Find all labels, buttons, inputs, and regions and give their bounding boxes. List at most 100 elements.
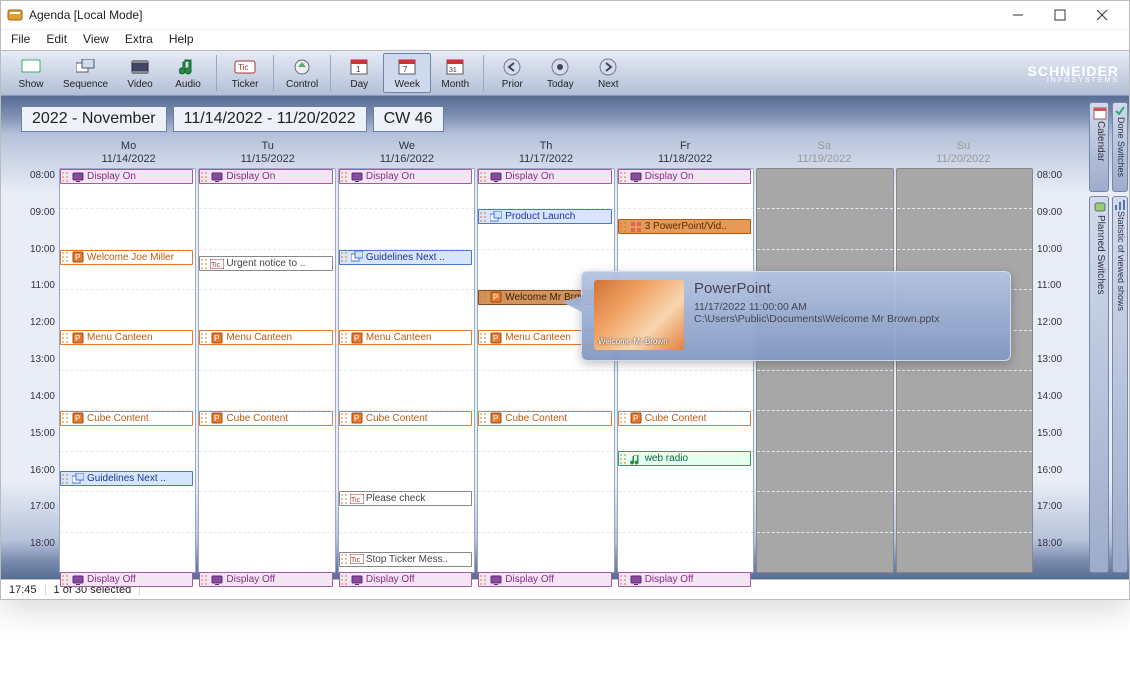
drag-handle-icon[interactable] [61,472,69,485]
tool-month[interactable]: 31Month [431,54,479,92]
tool-show[interactable]: Show [7,54,55,92]
menu-file[interactable]: File [11,32,30,46]
calendar-event[interactable]: Display Off [60,572,193,587]
close-button[interactable] [1081,1,1123,29]
side-calendar[interactable]: Calendar [1089,102,1109,192]
drag-handle-icon[interactable] [61,170,69,183]
calendar-event[interactable]: Display On [199,169,332,184]
tool-prior[interactable]: Prior [488,54,536,92]
day-column[interactable]: Display On TicUrgent notice to .. PMenu Ca… [198,168,335,573]
calendar-event[interactable]: PMenu Canteen [339,330,472,345]
calendar-event[interactable]: web radio [618,451,751,466]
drag-handle-icon[interactable] [479,210,487,223]
side-statistics[interactable]: Statistic of viewed shows [1112,196,1128,573]
drag-handle-icon[interactable] [340,170,348,183]
calendar-event[interactable]: Display Off [339,572,472,587]
time-label: 11:00 [9,278,59,315]
day-header: Tu11/15/2022 [198,140,337,168]
tool-control[interactable]: Control [278,54,326,92]
drag-handle-icon[interactable] [200,412,208,425]
calendar-event[interactable]: PCube Content [199,411,332,426]
calendar-event[interactable]: TicPlease check [339,491,472,506]
tool-sequence[interactable]: Sequence [55,54,116,92]
calendar-event[interactable]: PCube Content [60,411,193,426]
calendar-event[interactable]: Display On [478,169,611,184]
day-column[interactable] [896,168,1033,573]
drag-handle-icon[interactable] [619,412,627,425]
menu-edit[interactable]: Edit [46,32,67,46]
day-column[interactable]: Display On PWelcome Joe Miller PMenu Cante… [59,168,196,573]
drag-handle-icon[interactable] [340,492,348,505]
drag-handle-icon[interactable] [61,251,69,264]
calendar-event[interactable]: Product Launch [478,209,611,224]
audio-icon [629,452,643,466]
tool-video[interactable]: Video [116,54,164,92]
drag-handle-icon[interactable] [479,573,487,586]
svg-text:31: 31 [449,67,457,74]
drag-handle-icon[interactable] [619,452,627,465]
drag-handle-icon[interactable] [200,331,208,344]
calendar-event[interactable]: Display Off [618,572,751,587]
calendar-event[interactable]: PMenu Canteen [199,330,332,345]
tool-day[interactable]: 1Day [335,54,383,92]
svg-text:P: P [75,414,80,423]
time-label: 18:00 [9,536,59,573]
drag-handle-icon[interactable] [340,412,348,425]
drag-handle-icon[interactable] [200,257,208,270]
maximize-button[interactable] [1039,1,1081,29]
calendar-event[interactable]: PCube Content [618,411,751,426]
calendar-event[interactable]: PCube Content [339,411,472,426]
menu-help[interactable]: Help [169,32,194,46]
drag-handle-icon[interactable] [619,170,627,183]
calendar-event[interactable]: PMenu Canteen [60,330,193,345]
day-column[interactable]: Display On Guidelines Next .. PMenu Cantee… [338,168,475,573]
range-chip[interactable]: 11/14/2022 - 11/20/2022 [173,106,367,132]
day-column[interactable]: Display On 3 PowerPoint/Vid.. PCube Conten… [617,168,754,573]
minimize-button[interactable] [997,1,1039,29]
drag-handle-icon[interactable] [479,331,487,344]
cw-chip[interactable]: CW 46 [373,106,444,132]
drag-handle-icon[interactable] [340,331,348,344]
calendar-event[interactable]: Display Off [199,572,332,587]
calendar-event[interactable]: TicStop Ticker Mess.. [339,552,472,567]
event-title: 3 PowerPoint/Vid.. [645,221,750,232]
side-planned-switches[interactable]: Planned Switches [1089,196,1109,573]
drag-handle-icon[interactable] [619,220,627,233]
event-title: Please check [366,493,471,504]
drag-handle-icon[interactable] [200,573,208,586]
tool-audio[interactable]: Audio [164,54,212,92]
calendar-event[interactable]: PWelcome Joe Miller [60,250,193,265]
drag-handle-icon[interactable] [479,291,487,304]
calendar-event[interactable]: Display Off [478,572,611,587]
drag-handle-icon[interactable] [340,251,348,264]
calendar-event[interactable]: TicUrgent notice to .. [199,256,332,271]
tool-week[interactable]: 7Week [383,53,431,93]
svg-text:P: P [75,253,80,262]
drag-handle-icon[interactable] [340,553,348,566]
menu-view[interactable]: View [83,32,109,46]
tool-today[interactable]: Today [536,54,584,92]
tool-next[interactable]: Next [584,54,632,92]
drag-handle-icon[interactable] [340,573,348,586]
drag-handle-icon[interactable] [479,412,487,425]
calendar-event[interactable]: Guidelines Next .. [339,250,472,265]
menu-extra[interactable]: Extra [125,32,153,46]
day-column[interactable]: Display OnProduct LaunchPWelcome Mr Brow… [477,168,614,573]
calendar-event[interactable]: 3 PowerPoint/Vid.. [618,219,751,234]
calendar-event[interactable]: Guidelines Next .. [60,471,193,486]
calendar-event[interactable]: Display On [60,169,193,184]
drag-handle-icon[interactable] [61,412,69,425]
drag-handle-icon[interactable] [200,170,208,183]
day-column[interactable] [756,168,893,573]
side-done-switches[interactable]: Done Switches [1112,102,1128,192]
calendar-event[interactable]: PCube Content [478,411,611,426]
month-chip[interactable]: 2022 - November [21,106,167,132]
day-header: Sa11/19/2022 [755,140,894,168]
drag-handle-icon[interactable] [61,573,69,586]
drag-handle-icon[interactable] [479,170,487,183]
tool-ticker[interactable]: TicTicker [221,54,269,92]
drag-handle-icon[interactable] [619,573,627,586]
calendar-event[interactable]: Display On [339,169,472,184]
drag-handle-icon[interactable] [61,331,69,344]
calendar-event[interactable]: Display On [618,169,751,184]
